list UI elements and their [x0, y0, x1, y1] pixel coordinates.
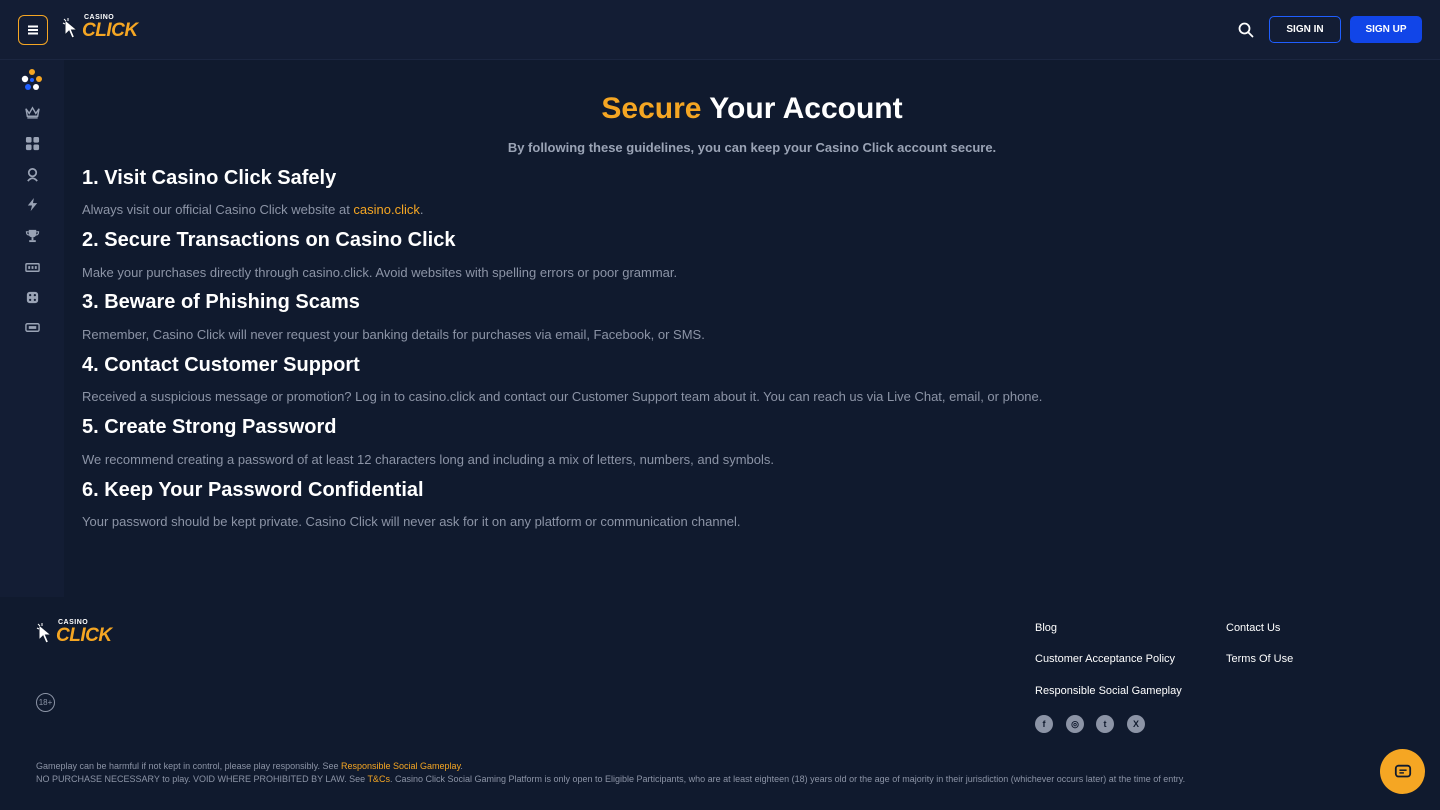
section-text-2: Make your purchases directly through cas…: [82, 265, 678, 280]
section-heading-5: 5. Create Strong Password: [82, 416, 337, 438]
footer-link-blog[interactable]: Blog: [1035, 622, 1057, 634]
sidebar-item-table-games[interactable]: [20, 285, 44, 309]
logo-big-text: CLICK: [56, 625, 112, 646]
logo-big-text: CLICK: [82, 20, 138, 41]
footer-logo[interactable]: CASINO CLICK: [36, 619, 112, 646]
live-chat-button[interactable]: [1380, 749, 1425, 794]
sidebar-item-social[interactable]: [20, 68, 44, 92]
sign-up-button[interactable]: SIGN UP: [1350, 16, 1422, 43]
search-icon: [1238, 22, 1254, 38]
age-restriction-badge: 18+: [36, 693, 55, 712]
section-heading-6: 6. Keep Your Password Confidential: [82, 479, 424, 501]
x-icon[interactable]: X: [1127, 715, 1145, 733]
legal-text-2: NO PURCHASE NECESSARY to play. VOID WHER…: [36, 774, 1186, 784]
casino-click-link[interactable]: casino.click: [353, 202, 419, 217]
section-text-5: We recommend creating a password of at l…: [82, 452, 774, 467]
page-subtitle: By following these guidelines, you can k…: [507, 140, 997, 155]
logo-small-text: CASINO: [84, 14, 115, 21]
live-dealer-icon: [26, 167, 38, 182]
sidebar-item-instant[interactable]: [20, 192, 44, 216]
sign-in-button[interactable]: SIGN IN: [1269, 16, 1341, 43]
top-header: CASINO CLICK SIGN IN SIGN UP: [0, 0, 1440, 60]
twitter-icon[interactable]: t: [1096, 715, 1114, 733]
chat-icon: [1394, 764, 1411, 777]
tcs-link[interactable]: T&Cs: [367, 774, 390, 784]
section-text-1: Always visit our official Casino Click w…: [82, 202, 424, 217]
footer-link-terms[interactable]: Terms Of Use: [1226, 653, 1293, 665]
section-text-6: Your password should be kept private. Ca…: [82, 514, 741, 529]
responsible-gameplay-link[interactable]: Responsible Social Gameplay: [341, 761, 460, 771]
trophy-icon: [25, 229, 39, 242]
sidebar-item-promotions[interactable]: [20, 315, 44, 339]
dice-icon: [26, 291, 38, 303]
slots-icon: [24, 262, 40, 272]
section-heading-2: 2. Secure Transactions on Casino Click: [82, 229, 456, 251]
menu-button[interactable]: [18, 15, 48, 45]
ticket-icon: [24, 322, 40, 332]
cursor-logo-icon: [62, 18, 79, 39]
search-button[interactable]: [1236, 20, 1256, 40]
hamburger-icon: [28, 29, 38, 31]
footer-link-customer-acceptance[interactable]: Customer Acceptance Policy: [1035, 653, 1175, 665]
page-title-accent: Secure: [601, 92, 702, 125]
section-heading-1: 1. Visit Casino Click Safely: [82, 167, 337, 189]
sidebar-item-tournaments[interactable]: [20, 223, 44, 247]
page-title-rest: Your Account: [709, 92, 903, 125]
sidebar-item-live[interactable]: [20, 162, 44, 186]
section-text-3: Remember, Casino Click will never reques…: [82, 327, 705, 342]
section-heading-4: 4. Contact Customer Support: [82, 354, 360, 376]
cursor-logo-icon: [36, 623, 53, 644]
lightning-icon: [27, 197, 37, 211]
page-title: Secure Your Account: [0, 92, 1440, 126]
footer-link-contact[interactable]: Contact Us: [1226, 622, 1280, 634]
section-heading-3: 3. Beware of Phishing Scams: [82, 291, 360, 313]
social-icon: [21, 69, 42, 90]
instagram-icon[interactable]: ◎: [1066, 715, 1084, 733]
footer: CASINO CLICK 18+ Blog Customer Acceptanc…: [0, 597, 1440, 810]
facebook-icon[interactable]: f: [1035, 715, 1053, 733]
sidebar-item-slots[interactable]: [20, 255, 44, 279]
header-logo[interactable]: CASINO CLICK: [62, 14, 138, 41]
footer-link-responsible[interactable]: Responsible Social Gameplay: [1035, 685, 1182, 697]
logo-small-text: CASINO: [58, 619, 89, 626]
section-text-4: Received a suspicious message or promoti…: [82, 389, 1043, 404]
legal-text-1: Gameplay can be harmful if not kept in c…: [36, 761, 463, 771]
